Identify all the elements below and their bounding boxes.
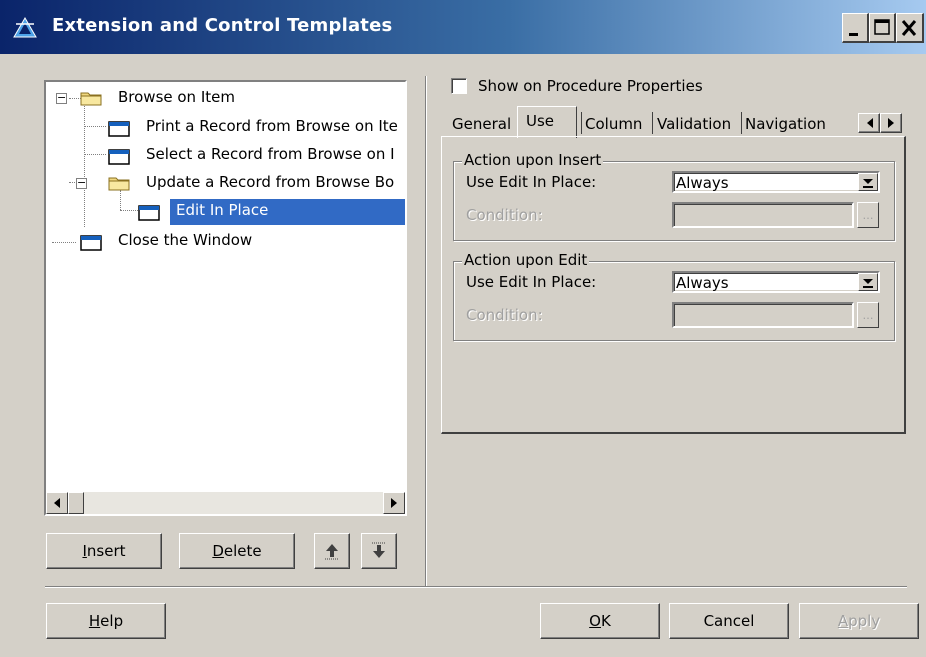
delete-button[interactable]: Delete [179, 533, 295, 569]
title-bar[interactable]: Extension and Control Templates [0, 0, 926, 54]
edit-condition-ellipsis-button[interactable]: … [857, 302, 879, 328]
tree-item-print-record[interactable]: Print a Record from Browse on Ite [46, 115, 405, 143]
minimize-button[interactable] [842, 13, 869, 43]
apply-accel: A [837, 612, 849, 630]
chevron-down-icon[interactable] [858, 173, 878, 191]
move-down-button[interactable] [361, 533, 397, 569]
tree-item-close-window[interactable]: Close the Window [46, 229, 405, 257]
tab-scroll-left-button[interactable] [858, 113, 880, 133]
ok-label: K [600, 612, 611, 630]
folder-icon [80, 90, 102, 106]
apply-label: pply [848, 612, 881, 630]
close-button[interactable] [896, 13, 924, 43]
tab-column[interactable]: Column [585, 115, 642, 133]
group-title: Action upon Edit [462, 251, 590, 269]
tab-scroll-right-button[interactable] [880, 113, 902, 133]
vertical-separator [425, 76, 427, 588]
apply-button[interactable]: Apply [799, 603, 919, 639]
insert-use-edit-in-place-select[interactable]: Always [672, 171, 880, 193]
app-icon [12, 15, 38, 41]
scroll-left-button[interactable] [46, 492, 68, 514]
folder-icon [108, 175, 130, 191]
delete-label: elete [223, 542, 262, 560]
window-title: Extension and Control Templates [52, 15, 393, 36]
ok-accel: O [589, 612, 601, 630]
group-title: Action upon Insert [462, 151, 604, 169]
tree-item-label: Print a Record from Browse on Ite [146, 117, 398, 135]
condition-label: Condition: [466, 206, 543, 224]
templates-tree[interactable]: − Browse on Item Print a Record from Bro… [46, 82, 405, 514]
cancel-label: Cancel [703, 612, 755, 630]
tree-item-label: Browse on Item [118, 88, 235, 106]
use-edit-in-place-label: Use Edit In Place: [466, 173, 597, 191]
insert-condition-field[interactable] [672, 202, 854, 228]
insert-label: nsert [86, 542, 126, 560]
collapse-icon[interactable]: − [76, 177, 87, 189]
tree-item-label: Select a Record from Browse on I [146, 145, 395, 163]
window-icon [138, 205, 160, 221]
insert-button[interactable]: Insert [46, 533, 162, 569]
chevron-down-icon[interactable] [858, 273, 878, 291]
tree-horizontal-scrollbar[interactable] [46, 492, 405, 514]
tree-item-label: Edit In Place [176, 201, 269, 219]
collapse-icon[interactable]: − [56, 92, 67, 104]
scroll-right-button[interactable] [383, 492, 405, 514]
tab-scroll-left-icon [859, 118, 879, 136]
edit-condition-field[interactable] [672, 302, 854, 328]
tree-item-edit-in-place[interactable]: Edit In Place [46, 199, 405, 227]
select-value: Always [676, 274, 729, 292]
tree-item-update-record[interactable]: − Update a Record from Browse Bo [46, 171, 405, 199]
cancel-button[interactable]: Cancel [669, 603, 789, 639]
condition-label: Condition: [466, 306, 543, 324]
move-up-button[interactable] [314, 533, 350, 569]
tab-general[interactable]: General [452, 115, 511, 133]
ok-button[interactable]: OK [540, 603, 660, 639]
tab-validation[interactable]: Validation [657, 115, 731, 133]
delete-accel: D [212, 542, 224, 560]
show-on-procedure-properties-label: Show on Procedure Properties [478, 77, 703, 95]
tab-divider [741, 112, 742, 134]
tree-item-label: Close the Window [118, 231, 253, 249]
help-button[interactable]: Help [46, 603, 166, 639]
tree-item-select-record[interactable]: Select a Record from Browse on I [46, 143, 405, 171]
window-icon [108, 121, 130, 137]
insert-condition-ellipsis-button[interactable]: … [857, 202, 879, 228]
move-up-icon [315, 544, 349, 572]
window-icon [80, 235, 102, 251]
scroll-thumb[interactable] [68, 492, 84, 514]
tab-navigation[interactable]: Navigation [745, 115, 837, 133]
tab-use[interactable]: Use [526, 112, 554, 130]
help-accel: H [88, 612, 101, 630]
move-down-icon [362, 542, 396, 572]
edit-use-edit-in-place-select[interactable]: Always [672, 271, 880, 293]
scroll-left-icon [47, 498, 67, 517]
horizontal-separator [45, 586, 907, 588]
tree-item-browse-on-item[interactable]: − Browse on Item [46, 86, 405, 114]
maximize-button[interactable] [869, 13, 896, 43]
use-edit-in-place-label: Use Edit In Place: [466, 273, 597, 291]
select-value: Always [676, 174, 729, 192]
tab-divider [581, 112, 582, 134]
tab-divider [652, 112, 653, 134]
scroll-right-icon [384, 498, 404, 517]
tab-scroll-right-icon [881, 118, 901, 136]
help-label: elp [100, 612, 124, 630]
window-icon [108, 149, 130, 165]
show-on-procedure-properties-checkbox[interactable] [451, 78, 467, 94]
tree-item-label: Update a Record from Browse Bo [146, 173, 395, 191]
